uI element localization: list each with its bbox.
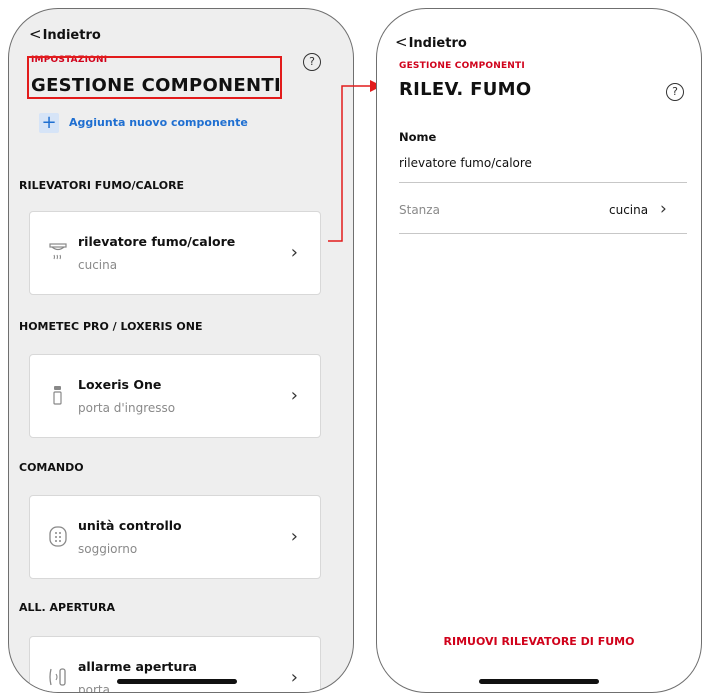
chevron-right-icon: › [290, 526, 298, 547]
remove-smoke-detector-button[interactable]: RIMUOVI RILEVATORE DI FUMO [377, 635, 701, 648]
back-button[interactable]: <Indietro [29, 25, 101, 43]
section-title: RILEVATORI FUMO/CALORE [19, 179, 185, 192]
back-label: Indietro [42, 28, 101, 43]
lock-icon [53, 386, 62, 405]
section-title: HOMETEC PRO / LOXERIS ONE [19, 320, 203, 333]
component-room: soggiorno [78, 542, 138, 556]
component-card-loxeris[interactable]: Loxeris One porta d'ingresso › [29, 354, 321, 438]
left-screen: <Indietro ? IMPOSTAZIONI GESTIONE COMPON… [8, 8, 354, 693]
page-title: RILEV. FUMO [399, 79, 532, 100]
room-label: Stanza [399, 203, 440, 217]
divider [399, 233, 687, 234]
right-screen: <Indietro GESTIONE COMPONENTI RILEV. FUM… [376, 8, 702, 693]
component-name: unità controllo [78, 518, 182, 533]
back-button[interactable]: <Indietro [395, 33, 467, 51]
chevron-right-icon: › [660, 199, 667, 219]
annotation-highlight-box [27, 56, 282, 99]
component-room: cucina [78, 258, 118, 272]
section-title: ALL. APERTURA [19, 601, 116, 614]
add-component-label: Aggiunta nuovo componente [69, 116, 248, 129]
chevron-right-icon: › [290, 385, 298, 406]
section-title: COMANDO [19, 461, 84, 474]
component-card-door-alarm[interactable]: allarme apertura porta › [29, 636, 321, 693]
component-card-control-unit[interactable]: unità controllo soggiorno › [29, 495, 321, 579]
chevron-left-icon: < [29, 25, 42, 43]
component-name: Loxeris One [78, 377, 162, 392]
component-room: porta d'ingresso [78, 401, 176, 415]
chevron-right-icon: › [290, 242, 298, 263]
smoke-detector-icon [49, 243, 67, 260]
room-value: cucina [609, 203, 649, 217]
help-icon[interactable]: ? [303, 53, 321, 71]
component-name: allarme apertura [78, 659, 197, 674]
name-field-input[interactable]: rilevatore fumo/calore [399, 156, 532, 170]
component-name: rilevatore fumo/calore [78, 234, 236, 249]
component-card-smoke-detector[interactable]: rilevatore fumo/calore cucina › [29, 211, 321, 295]
home-indicator [117, 679, 237, 684]
component-room: porta [78, 683, 110, 693]
plus-icon: + [39, 113, 59, 133]
chevron-left-icon: < [395, 33, 408, 51]
breadcrumb: GESTIONE COMPONENTI [399, 61, 525, 71]
door-sensor-icon [49, 668, 66, 686]
keypad-icon [49, 526, 67, 547]
name-field-label: Nome [399, 130, 437, 144]
chevron-right-icon: › [290, 667, 298, 688]
divider [399, 182, 687, 183]
home-indicator [479, 679, 599, 684]
help-icon[interactable]: ? [666, 83, 684, 101]
back-label: Indietro [408, 36, 467, 51]
